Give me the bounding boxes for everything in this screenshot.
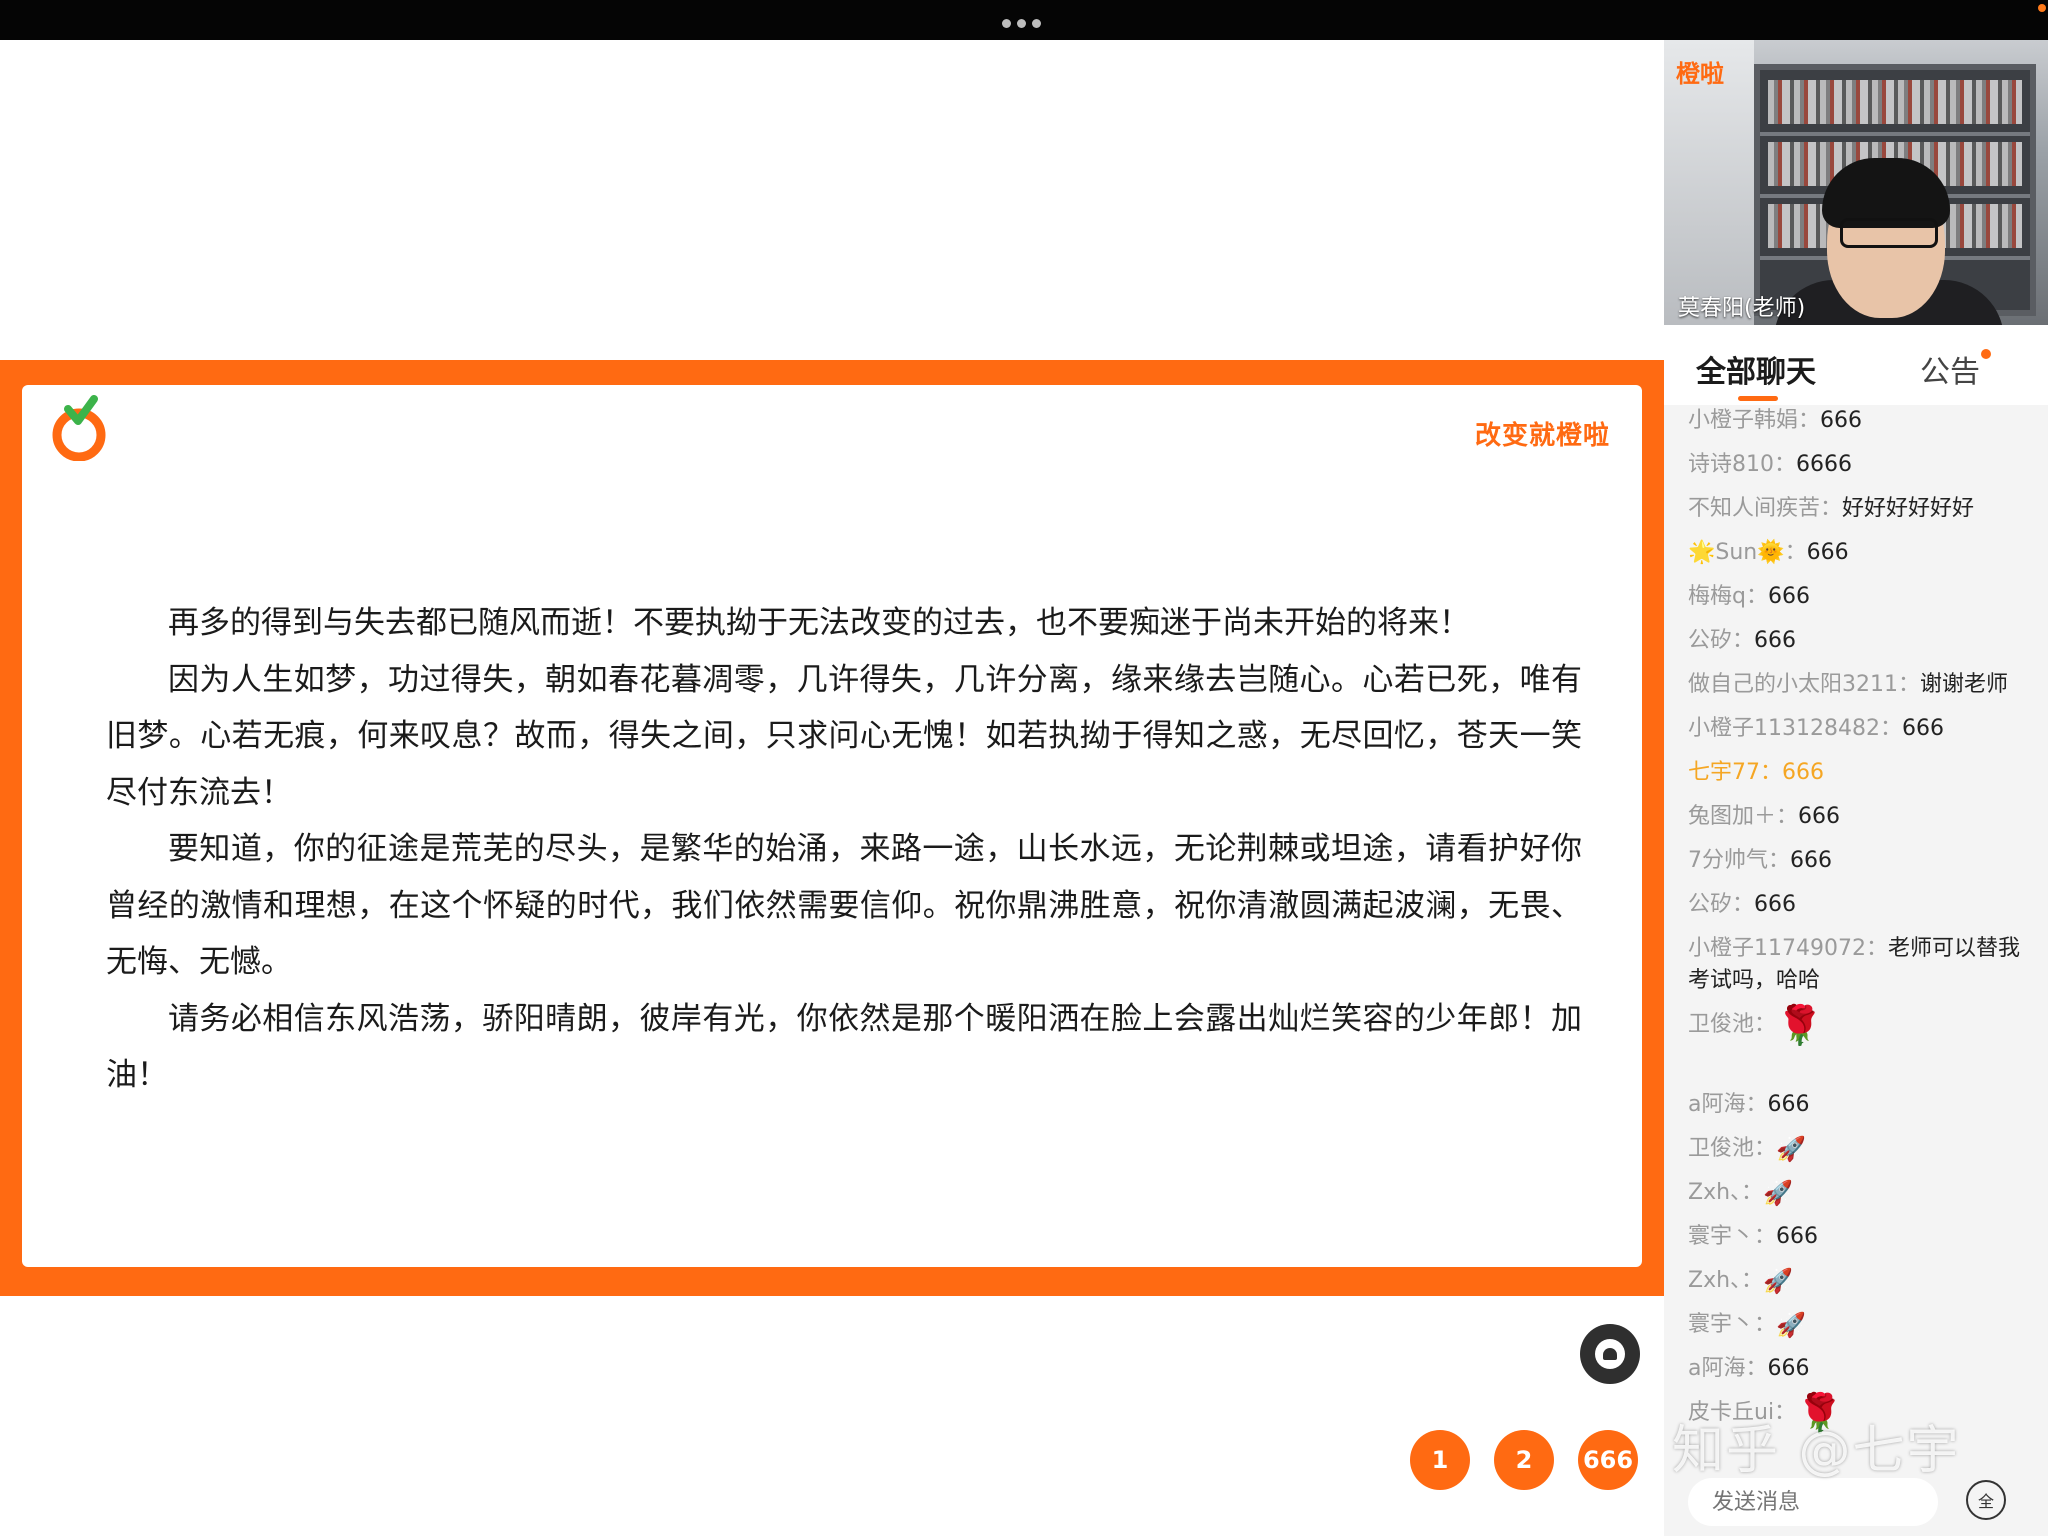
chat-message: Zxh、：🚀 [1688,1179,1793,1207]
chat-message: 🌟Sun🌞：666 [1688,540,1849,565]
orange-logo-icon [52,395,106,461]
fullscreen-button[interactable]: 全 [1966,1480,2006,1520]
chat-message: 梅梅q：666 [1688,584,1810,609]
chat-message: 小橙子韩娟：666 [1688,408,1863,433]
chat-message: 不知人间疾苦：好好好好好好 [1688,496,1975,521]
slide-paragraph: 要知道，你的征途是荒芜的尽头，是繁华的始涌，来路一途，山长水远，无论荆棘或坦途，… [106,831,1582,980]
slide: 改变就橙啦 再多的得到与失去都已随风而逝！不要执拗于无法改变的过去，也不要痴迷于… [22,385,1642,1267]
chat-message: 寰宇丶：🚀 [1688,1311,1806,1339]
slide-frame: 改变就橙啦 再多的得到与失去都已随风而逝！不要执拗于无法改变的过去，也不要痴迷于… [0,360,1664,1296]
chat-message: 公矽：666 [1688,892,1797,917]
slide-paragraph: 请务必相信东风浩荡，骄阳晴朗，彼岸有光，你依然是那个暖阳洒在脸上会露出灿烂笑容的… [106,1000,1582,1094]
rocket-icon: 🚀 [1776,1311,1806,1339]
slide-body-text: 再多的得到与失去都已随风而逝！不要执拗于无法改变的过去，也不要痴迷于尚未开始的将… [106,595,1582,1104]
chat-message: 做自己的小太阳3211：谢谢老师 [1688,672,2009,697]
chat-tabs: 全部聊天 公告 [1664,325,2048,405]
tab-all-chat[interactable]: 全部聊天 [1696,347,1816,391]
chat-message: 卫俊池：🌹 [1688,1003,1824,1047]
quick-reply-2-button[interactable]: 2 [1494,1430,1554,1490]
rocket-icon: 🚀 [1763,1179,1793,1207]
teacher-name-label: 莫春阳(老师) [1678,296,1806,321]
raise-hand-button[interactable] [1580,1324,1640,1384]
teacher-camera-feed: 橙啦 莫春阳(老师) [1664,40,2048,325]
slide-paragraph: 再多的得到与失去都已随风而逝！不要执拗于无法改变的过去，也不要痴迷于尚未开始的将… [168,605,1470,641]
chat-message: 小橙子113128482：666 [1688,716,1944,741]
tab-announcement[interactable]: 公告 [1920,347,1980,391]
slide-paragraph: 因为人生如梦，功过得失，朝如春花暮凋零，几许得失，几许分离，缘来缘去岂随心。心若… [106,661,1582,811]
active-tab-indicator [1738,396,1778,401]
send-message-input[interactable] [1688,1478,1938,1526]
side-panel: 橙啦 莫春阳(老师) 全部聊天 公告 小橙子韩娟：666 诗诗810：6666 … [1664,40,2048,1536]
chat-message: 兔图加＋：666 [1688,804,1841,829]
chat-message: 7分帅气：666 [1688,848,1832,873]
chat-message: a阿海：666 [1688,1356,1810,1381]
recording-indicator-icon [2038,4,2046,12]
hand-icon [1595,1339,1625,1369]
chat-message: 公矽：666 [1688,628,1797,653]
slide-tagline: 改变就橙啦 [1474,421,1610,451]
quick-reply-group: 1 2 666 [1410,1430,1638,1490]
rose-icon: 🌹 [1776,1003,1824,1047]
chat-message-highlighted: 七宇77：666 [1688,760,1824,785]
chat-message: 诗诗810：6666 [1688,452,1852,477]
rocket-icon: 🚀 [1763,1267,1793,1295]
top-bar [0,0,2048,40]
watermark: 知乎 @七宇 [1672,1421,1961,1481]
quick-reply-666-button[interactable]: 666 [1578,1430,1638,1490]
rocket-icon: 🚀 [1776,1135,1806,1163]
chat-message: 小橙子11749072：老师可以替我考试吗，哈哈 [1688,936,2020,993]
notification-dot-icon [1981,349,1991,359]
chat-list[interactable]: 小橙子韩娟：666 诗诗810：6666 不知人间疾苦：好好好好好好 🌟Sun🌞… [1664,405,2048,1460]
quick-reply-1-button[interactable]: 1 [1410,1430,1470,1490]
more-icon[interactable] [1002,19,1041,28]
chat-message: 卫俊池：🚀 [1688,1135,1806,1163]
presentation-stage: 改变就橙啦 再多的得到与失去都已随风而逝！不要执拗于无法改变的过去，也不要痴迷于… [0,40,1664,1536]
chat-message: a阿海：666 [1688,1092,1810,1117]
chat-message: Zxh、：🚀 [1688,1267,1793,1295]
chat-message: 寰宇丶：666 [1688,1224,1819,1249]
camera-logo: 橙啦 [1676,60,1724,88]
